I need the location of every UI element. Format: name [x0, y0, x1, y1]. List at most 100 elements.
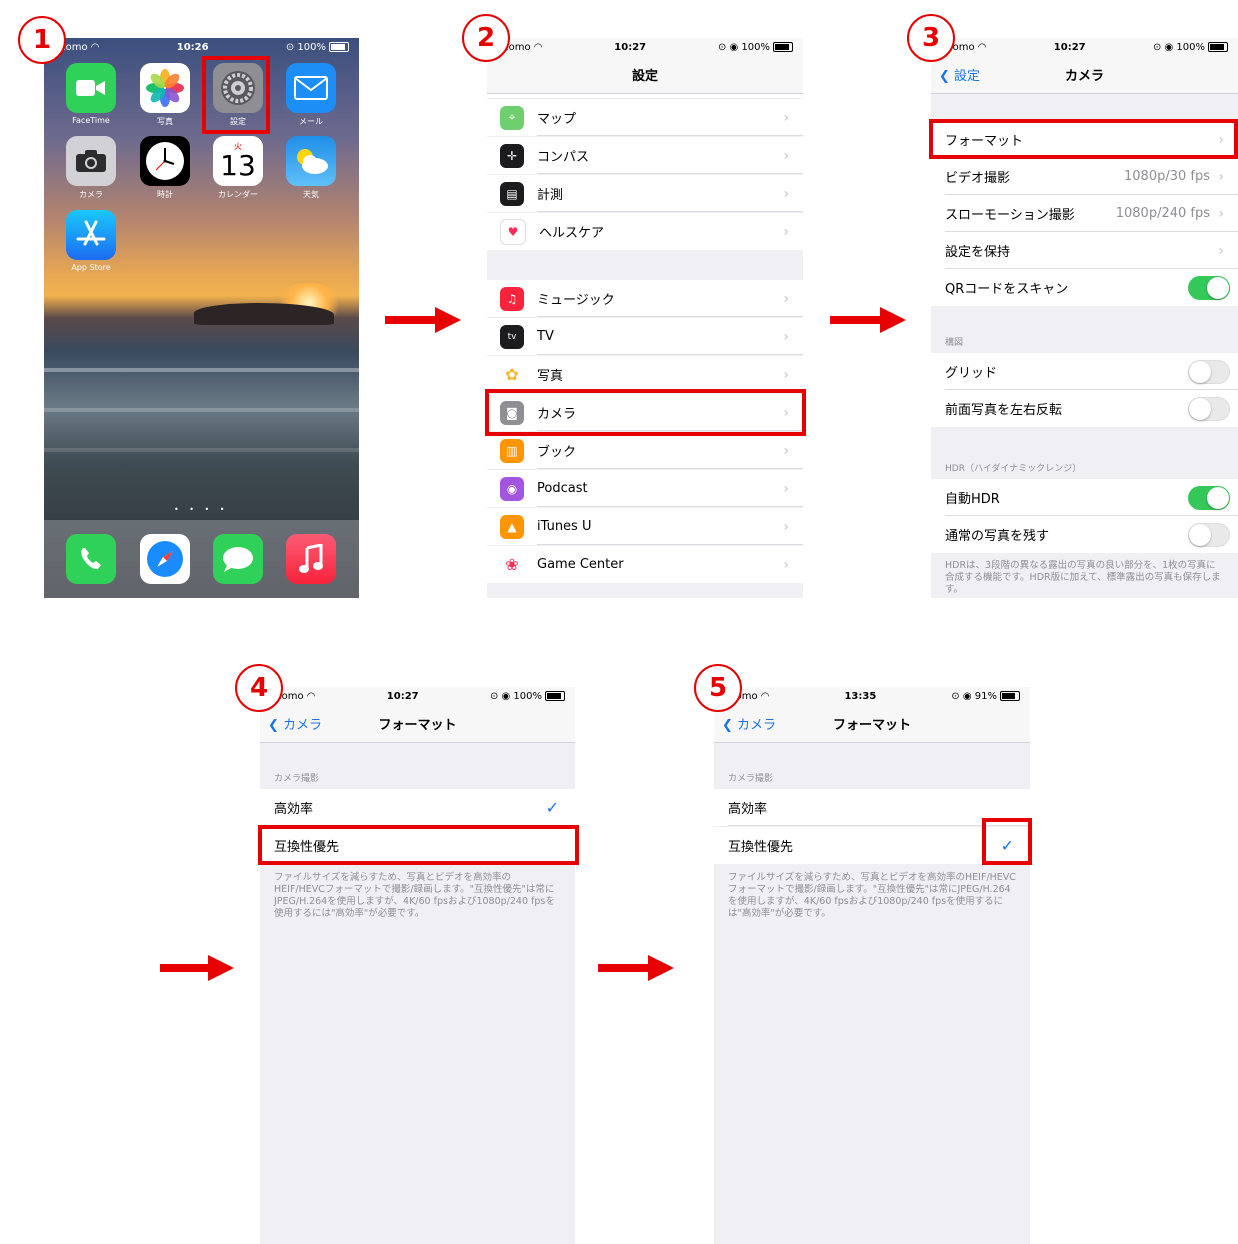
- battery-percent: 100%: [513, 690, 542, 702]
- highlight-settings-app: [202, 56, 270, 134]
- camera-item-mirror: 前面写真を左右反転: [931, 390, 1238, 427]
- status-bar: ocomo ◠ 10:26 ⊙ 100%: [44, 38, 359, 56]
- settings-item-maps[interactable]: ⌖ マップ ›: [487, 99, 803, 136]
- camera-item-video[interactable]: ビデオ撮影 1080p/30 fps ›: [931, 158, 1238, 195]
- settings-item-music[interactable]: ♫ ミュージック ›: [487, 280, 803, 317]
- battery-icon: [545, 690, 565, 701]
- clock-time: 10:27: [386, 690, 419, 702]
- settings-item-label: ブック: [537, 445, 577, 460]
- chevron-right-icon: ›: [1218, 205, 1224, 222]
- app-app-store[interactable]: App Store: [66, 210, 116, 272]
- chevron-right-icon: ›: [783, 366, 789, 383]
- app-camera[interactable]: カメラ: [66, 136, 116, 200]
- battery-icon: [999, 690, 1020, 701]
- auto-hdr-toggle[interactable]: [1188, 485, 1230, 510]
- music-note-icon: ♫: [500, 286, 524, 311]
- chevron-right-icon: ›: [783, 109, 789, 126]
- camera-item-slomo[interactable]: スローモーション撮影 1080p/240 fps ›: [931, 195, 1238, 232]
- list-item-partial: [487, 94, 803, 98]
- grid-toggle[interactable]: [1188, 359, 1230, 384]
- dock-music[interactable]: [286, 534, 336, 584]
- photos-icon: [140, 63, 190, 113]
- row-label: 設定を保持: [945, 245, 1011, 260]
- calendar-icon: 火 13: [213, 136, 263, 186]
- battery-percent: 91%: [974, 690, 997, 702]
- settings-item-label: 計測: [537, 188, 564, 203]
- chevron-right-icon: ›: [783, 290, 789, 307]
- settings-item-game-center[interactable]: ❀ Game Center ›: [487, 546, 803, 583]
- settings-item-health[interactable]: ♥ ヘルスケア ›: [487, 213, 803, 250]
- podcast-icon: ◉: [500, 476, 524, 501]
- game-center-icon: ❀: [500, 552, 524, 577]
- battery-icon: [329, 41, 349, 52]
- hdr-footer-text: HDRは、3段階の異なる露出の写真の良い部分を、1枚の写真に合成する機能です。H…: [945, 560, 1221, 595]
- mirror-front-toggle[interactable]: [1188, 396, 1230, 421]
- page-title: カメラ: [1064, 69, 1104, 84]
- clock-icon: [140, 136, 190, 186]
- app-calendar[interactable]: 火 13 カレンダー: [213, 136, 263, 200]
- chevron-right-icon: ›: [783, 442, 789, 459]
- settings-item-books[interactable]: ▥ ブック ›: [487, 432, 803, 469]
- arrow-right-icon: [598, 955, 674, 981]
- keep-normal-toggle[interactable]: [1188, 522, 1230, 547]
- back-button[interactable]: ❮ 設定: [939, 65, 980, 84]
- highlight-compatible-row: [258, 825, 579, 865]
- app-weather[interactable]: 天気: [286, 136, 336, 200]
- clock-time: 10:27: [1053, 41, 1086, 53]
- chevron-right-icon: ›: [783, 328, 789, 345]
- wifi-icon: ◠: [90, 41, 100, 53]
- battery-percent: 100%: [741, 41, 770, 53]
- book-icon: ▥: [500, 438, 524, 463]
- back-label: 設定: [954, 69, 981, 84]
- step-badge-5: 5: [694, 664, 742, 712]
- app-label: メール: [299, 117, 323, 126]
- compass-icon: [140, 534, 190, 584]
- chevron-left-icon: ❮: [939, 69, 950, 84]
- app-label: 写真: [157, 117, 173, 126]
- dock-phone[interactable]: [66, 534, 116, 584]
- clock-time: 10:27: [614, 41, 647, 53]
- row-label: スローモーション撮影: [945, 208, 1075, 223]
- nav-bar: ❮ 設定 カメラ: [931, 56, 1238, 94]
- settings-item-tv[interactable]: tv TV ›: [487, 318, 803, 355]
- option-label: 高効率: [274, 802, 314, 817]
- settings-item-itunes-u[interactable]: ▲ iTunes U ›: [487, 508, 803, 545]
- app-mail[interactable]: メール: [286, 63, 336, 127]
- settings-item-label: TV: [537, 329, 554, 344]
- status-bar: ocomo ◠ 13:35 ⊙ ◉ 91%: [714, 687, 1030, 705]
- dock-messages[interactable]: [213, 534, 263, 584]
- settings-item-label: 写真: [537, 369, 564, 384]
- settings-item-measure[interactable]: ▤ 計測 ›: [487, 175, 803, 212]
- camera-item-preserve[interactable]: 設定を保持 ›: [931, 232, 1238, 269]
- settings-item-label: iTunes U: [537, 519, 592, 534]
- heart-icon: ♥: [500, 218, 526, 245]
- settings-item-podcast[interactable]: ◉ Podcast ›: [487, 470, 803, 507]
- back-button[interactable]: ❮ カメラ: [722, 714, 776, 733]
- step-badge-1: 1: [18, 16, 66, 64]
- back-button[interactable]: ❮ カメラ: [268, 714, 322, 733]
- calendar-date: 13: [220, 148, 256, 182]
- app-clock[interactable]: 時計: [140, 136, 190, 200]
- dock-safari[interactable]: [140, 534, 190, 584]
- format-option-high-efficiency[interactable]: 高効率 ✓: [260, 789, 575, 826]
- qr-scan-toggle[interactable]: [1188, 275, 1230, 300]
- chevron-right-icon: ›: [783, 480, 789, 497]
- music-note-icon: [286, 534, 336, 584]
- page-indicator: • • • •: [174, 505, 229, 514]
- settings-item-label: Game Center: [537, 557, 624, 572]
- battery-icon: [1208, 41, 1228, 52]
- settings-screen: ocomo ◠ 10:27 ⊙ ◉ 100% 設定 ⌖ マップ › ✛ コンパス…: [487, 38, 803, 598]
- settings-item-photos[interactable]: ✿ 写真 ›: [487, 356, 803, 393]
- settings-item-compass[interactable]: ✛ コンパス ›: [487, 137, 803, 174]
- checkmark-icon: ✓: [545, 798, 559, 817]
- status-bar: ocomo ◠ 10:27 ⊙ ◉ 100%: [931, 38, 1238, 56]
- app-facetime[interactable]: FaceTime: [66, 63, 116, 125]
- battery-icon: [773, 41, 793, 52]
- apple-tv-icon: tv: [500, 324, 524, 349]
- wave-line: [44, 448, 359, 452]
- option-label: 互換性優先: [728, 840, 794, 855]
- format-screen-selected: ocomo ◠ 13:35 ⊙ ◉ 91% ❮ カメラ フォーマット カメラ撮影…: [714, 687, 1030, 1244]
- app-photos[interactable]: 写真: [140, 63, 190, 127]
- arrow-right-icon: [830, 307, 906, 333]
- chevron-left-icon: ❮: [722, 718, 733, 733]
